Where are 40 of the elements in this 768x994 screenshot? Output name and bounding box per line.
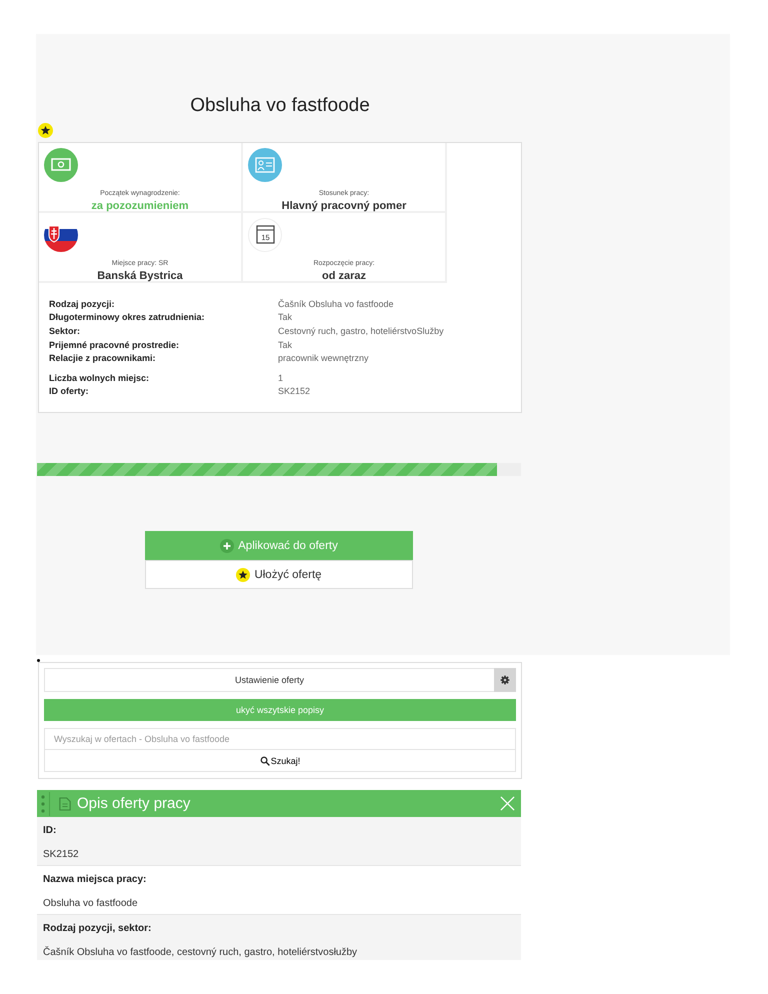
row-value: Čašník Obsluha vo fastfoode, cestovný ruch, gastro, hoteliérstvosłužby <box>43 945 358 958</box>
save-offer-button[interactable]: Ułożyć ofertę <box>145 560 413 590</box>
tile-value: Banská Bystrica <box>96 270 184 282</box>
detail-label: Relacjie z pracownikami: <box>49 353 157 364</box>
search-field[interactable]: Wyszukaj w ofertach - Obsluha vo fastfoode <box>44 728 516 750</box>
detail-label: Sektor: <box>49 326 82 336</box>
detail-label: Rodzaj pozycji: <box>49 298 116 309</box>
tile-value: od zaraz <box>320 270 367 282</box>
detail-value: 1 <box>278 372 284 383</box>
settings-label: Ustawienie oferty <box>44 668 494 692</box>
search-icon <box>260 756 270 766</box>
search-button[interactable]: Szukaj! <box>44 750 516 772</box>
settings-button[interactable] <box>494 668 516 692</box>
star-icon[interactable] <box>38 123 53 138</box>
bullet-dot <box>37 659 40 662</box>
detail-label: Prijemné pracovné prostredie: <box>49 340 180 350</box>
detail-label: ID oferty: <box>49 386 90 396</box>
drag-handle-icon[interactable] <box>40 792 50 816</box>
row-label: Nazwa miejsca pracy: <box>43 873 148 885</box>
document-icon <box>59 796 71 810</box>
id-card-icon <box>248 148 282 182</box>
plus-icon <box>220 538 234 553</box>
settings-icon <box>500 675 510 685</box>
row-label: Rodzaj pozycji, sektor: <box>43 922 152 934</box>
detail-value: Čašník Obsluha vo fastfoode <box>278 298 394 309</box>
detail-value: Cestovný ruch, gastro, hoteliérstvoSlužby <box>278 326 444 336</box>
detail-label: Liczba wolnych miejsc: <box>49 372 150 383</box>
detail-value: Tak <box>278 340 292 350</box>
row-value: SK2152 <box>43 848 80 860</box>
row-value: Obsluha vo fastfoode <box>43 897 139 909</box>
banknote-icon <box>44 148 78 182</box>
detail-label: Długoterminowy okres zatrudnienia: <box>49 312 206 322</box>
row-label: ID: <box>43 824 58 836</box>
tile-value: za pozozumieniem <box>90 200 190 212</box>
detail-value: pracownik wewnętrzny <box>278 353 369 364</box>
detail-value: Tak <box>278 312 292 322</box>
tile-value: Hlavný pracovný pomer <box>280 200 408 212</box>
detail-value: SK2152 <box>278 386 310 396</box>
page-title: Obsluha vo fastfoode <box>189 95 371 117</box>
section-title: Opis oferty pracy <box>77 795 192 812</box>
